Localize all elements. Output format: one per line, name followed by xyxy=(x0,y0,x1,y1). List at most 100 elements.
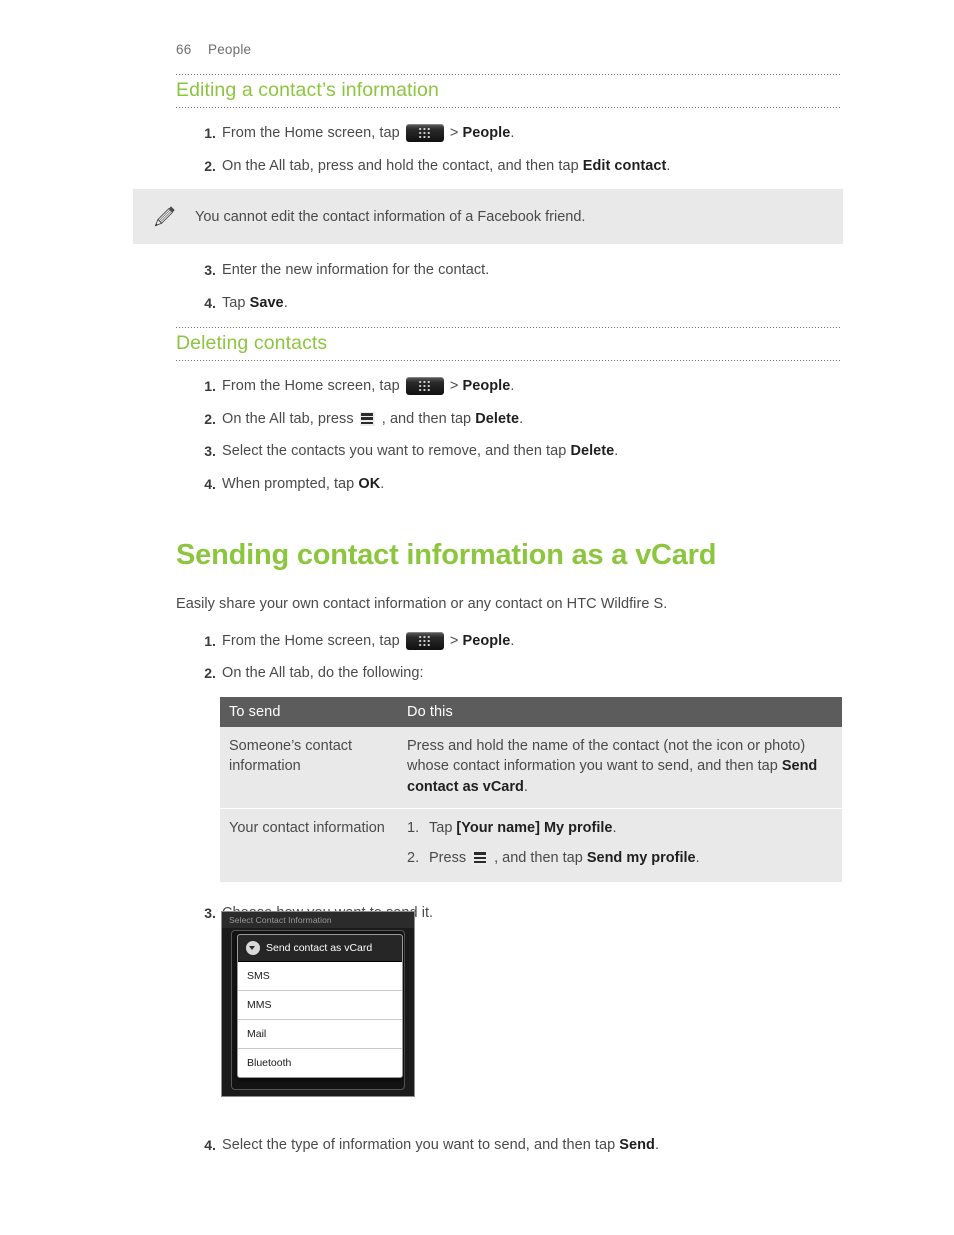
table-row: Your contact information 1. Tap [Your nam… xyxy=(220,808,842,882)
step-text-tail: . xyxy=(510,378,515,395)
menu-icon xyxy=(472,850,488,865)
step-item: 2. On the All tab, do the following: xyxy=(176,664,842,684)
intro-paragraph: Easily share your own contact informatio… xyxy=(176,595,668,612)
page-number: 66 xyxy=(176,42,192,57)
step-item: 4. Select the type of information you wa… xyxy=(176,1136,842,1156)
cell-text-tail: . xyxy=(523,778,528,795)
inner-step-post: , and then tap xyxy=(490,849,587,866)
table-cell-instructions: Press and hold the name of the contact (… xyxy=(398,726,842,810)
step-number: 2. xyxy=(204,157,216,174)
step-text-pre: Select the type of information you want … xyxy=(222,1137,620,1154)
table-cell-instructions: 1. Tap [Your name] My profile. 2. Press , … xyxy=(398,808,842,882)
dialog-option-sms[interactable]: SMS xyxy=(238,962,402,991)
note-callout: You cannot edit the contact information … xyxy=(133,189,843,244)
inner-step-tail: . xyxy=(612,820,617,837)
table-header-row: To send Do this xyxy=(220,696,842,727)
screenshot-titlebar: Select Contact Information xyxy=(222,912,414,928)
dotted-rule-top xyxy=(176,327,842,329)
step-text-tail: . xyxy=(614,443,619,460)
table-cell-label: Someone’s contact information xyxy=(220,726,398,810)
send-method-dialog[interactable]: Send contact as vCard SMS MMS Mail Bluet… xyxy=(237,934,403,1078)
dialer-icon xyxy=(405,377,444,396)
circle-chevron-down-icon xyxy=(246,941,260,955)
cell-text-pre: Press and hold the name of the contact (… xyxy=(407,737,806,775)
menu-icon xyxy=(359,411,375,426)
dialog-option-mms[interactable]: MMS xyxy=(238,991,402,1020)
steps-deleting-contacts: 1. From the Home screen, tap > People. 2… xyxy=(176,377,842,494)
inner-step-item: 1. Tap [Your name] My profile. xyxy=(407,818,830,839)
step-text-post: > xyxy=(445,125,463,141)
step-number: 3. xyxy=(204,262,216,279)
step-text-post: > xyxy=(445,632,463,649)
table-header-to-send: To send xyxy=(220,696,398,727)
inner-step-pre: Press xyxy=(429,849,471,866)
dialog-header: Send contact as vCard xyxy=(238,935,402,962)
inner-step-bold: [Your name] My profile xyxy=(456,820,613,837)
page-section-title: People xyxy=(208,42,252,57)
step-item: 2. On the All tab, press and hold the co… xyxy=(176,157,842,177)
step-item: 4. Tap Save. xyxy=(176,294,842,314)
inner-step-item: 2. Press , and then tap Send my profile. xyxy=(407,848,830,869)
step-item: 1. From the Home screen, tap > People. xyxy=(176,124,842,144)
dotted-rule-bottom xyxy=(176,360,842,362)
step-text-bold: People xyxy=(462,125,511,141)
step-text-bold: Edit contact xyxy=(582,157,667,174)
step-text-tail: . xyxy=(666,157,671,174)
table-wrapper: To send Do this Someone’s contact inform… xyxy=(176,696,842,882)
step-text-tail: . xyxy=(510,632,515,649)
step-text-bold: OK xyxy=(358,475,381,492)
step-text-pre: Enter the new information for the contac… xyxy=(222,262,490,279)
note-text: You cannot edit the contact information … xyxy=(195,208,586,225)
step-text-tail: . xyxy=(519,410,524,427)
pencil-icon xyxy=(141,202,187,232)
step-item: 3. Enter the new information for the con… xyxy=(176,261,842,281)
step-number: 1. xyxy=(204,632,216,649)
step-text-pre: From the Home screen, tap xyxy=(222,632,404,649)
dotted-rule-bottom xyxy=(176,107,842,108)
section-editing-contact: Editing a contact’s information xyxy=(176,74,842,108)
step-number: 3. xyxy=(204,443,216,460)
dialog-option-mail[interactable]: Mail xyxy=(238,1020,402,1049)
step-text-post: > xyxy=(445,378,463,395)
step-text-pre: When prompted, tap xyxy=(222,475,359,492)
dialog-option-bluetooth[interactable]: Bluetooth xyxy=(238,1049,402,1077)
step-text-tail: . xyxy=(380,475,385,492)
steps-vcard: 1. From the Home screen, tap > People. 2… xyxy=(176,631,842,684)
step-text-pre: On the All tab, press xyxy=(222,410,358,427)
step-text-pre: On the All tab, press and hold the conta… xyxy=(222,157,583,174)
phone-screenshot: Select Contact Information Send contact … xyxy=(221,911,415,1097)
step-number: 4. xyxy=(204,1137,216,1154)
steps-vcard-final: 4. Select the type of information you wa… xyxy=(176,1136,842,1156)
inner-step-bold: Send my profile xyxy=(586,849,696,866)
steps-after-note: 3. Enter the new information for the con… xyxy=(176,261,842,313)
step-text-pre: From the Home screen, tap xyxy=(222,378,404,395)
section-deleting-contacts: Deleting contacts xyxy=(176,327,842,362)
dialog-option-list: SMS MMS Mail Bluetooth xyxy=(238,962,402,1077)
step-number: 4. xyxy=(204,294,216,311)
dialer-icon xyxy=(405,631,444,650)
step-text-bold: Send xyxy=(619,1137,655,1154)
step-item: 1. From the Home screen, tap > People. xyxy=(176,631,842,652)
table-header-do-this: Do this xyxy=(398,696,842,727)
step-text-bold: Save xyxy=(249,294,284,311)
heading-editing-contact: Editing a contact’s information xyxy=(176,79,439,101)
step-number: 2. xyxy=(204,410,216,427)
step-number: 3. xyxy=(204,904,216,921)
table-row: Someone’s contact information Press and … xyxy=(220,726,842,810)
step-text-pre: On the All tab, do the following: xyxy=(222,665,424,682)
step-text-bold: People xyxy=(462,632,511,649)
send-options-table: To send Do this Someone’s contact inform… xyxy=(220,696,842,882)
inner-step-tail: . xyxy=(695,849,700,866)
page-title: Sending contact information as a vCard xyxy=(176,538,717,571)
step-item: 1. From the Home screen, tap > People. xyxy=(176,377,842,397)
step-text-tail: . xyxy=(654,1137,660,1154)
dialer-icon xyxy=(405,124,444,142)
inner-step-number: 2. xyxy=(407,849,420,866)
step-text-bold: Delete xyxy=(475,410,520,427)
step-item: 4. When prompted, tap OK. xyxy=(176,475,842,495)
step-text-post: , and then tap xyxy=(377,410,476,427)
table-cell-label: Your contact information xyxy=(220,808,398,882)
heading-deleting-contacts: Deleting contacts xyxy=(176,332,328,355)
step-text-bold: People xyxy=(462,378,511,395)
document-page: 66 People Editing a contact’s information… xyxy=(0,0,954,1235)
